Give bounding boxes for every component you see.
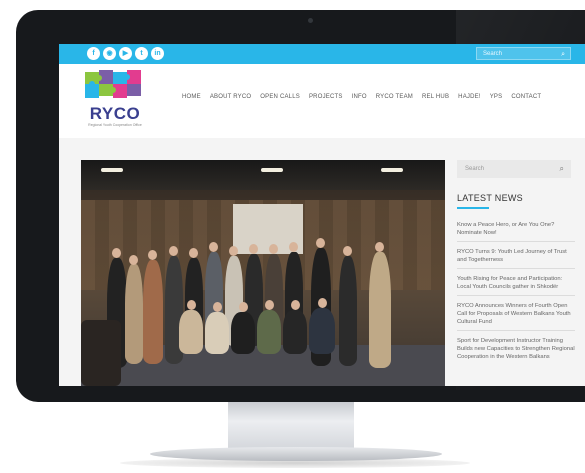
person bbox=[283, 310, 307, 354]
news-item[interactable]: Youth Rising for Peace and Participation… bbox=[457, 268, 575, 295]
webcam bbox=[308, 18, 313, 23]
person-head bbox=[189, 248, 198, 258]
social-links: f ◉ ▶ t in bbox=[87, 47, 164, 60]
person bbox=[309, 308, 335, 354]
photo-ceiling bbox=[81, 160, 445, 190]
nav-hajde[interactable]: HAJDE! bbox=[458, 94, 481, 100]
ceiling-light bbox=[101, 168, 123, 172]
person bbox=[339, 256, 357, 366]
person bbox=[257, 310, 281, 354]
news-item[interactable]: Know a Peace Hero, or Are You One? Nomin… bbox=[457, 215, 575, 241]
monitor-stand-base bbox=[150, 447, 442, 461]
top-search-input[interactable]: Search ⌕ bbox=[476, 47, 571, 60]
ceiling-light bbox=[381, 168, 403, 172]
site-header: RYCO Regional Youth Cooperation Office H… bbox=[59, 64, 585, 138]
person-head bbox=[187, 300, 196, 310]
nav-home[interactable]: HOME bbox=[182, 94, 201, 100]
top-search-placeholder: Search bbox=[483, 51, 503, 57]
news-item[interactable]: Sport for Development Instructor Trainin… bbox=[457, 330, 575, 365]
person-head bbox=[148, 250, 157, 260]
top-bar: f ◉ ▶ t in Search ⌕ bbox=[59, 44, 585, 64]
person-head bbox=[249, 244, 258, 254]
chair bbox=[81, 320, 121, 386]
puzzle-logo-graphic bbox=[85, 70, 141, 98]
monitor-stand-neck bbox=[228, 402, 354, 450]
nav-open-calls[interactable]: OPEN CALLS bbox=[260, 94, 300, 100]
nav-projects[interactable]: PROJECTS bbox=[309, 94, 343, 100]
nav-yps[interactable]: YPS bbox=[490, 94, 503, 100]
person-head bbox=[318, 298, 327, 308]
search-icon[interactable]: ⌕ bbox=[561, 48, 565, 61]
youtube-icon[interactable]: ▶ bbox=[119, 47, 132, 60]
news-item[interactable]: RYCO Turns 9: Youth Led Journey of Trust… bbox=[457, 241, 575, 268]
person-head bbox=[289, 242, 298, 252]
featured-group-photo[interactable] bbox=[81, 160, 445, 386]
website-screen: f ◉ ▶ t in Search ⌕ RYCO Regional Youth … bbox=[59, 44, 585, 386]
person-head bbox=[229, 246, 238, 256]
person bbox=[231, 312, 255, 354]
main-nav: HOME ABOUT RYCO OPEN CALLS PROJECTS INFO… bbox=[182, 94, 541, 100]
person-head bbox=[239, 302, 248, 312]
nav-contact[interactable]: CONTACT bbox=[511, 94, 541, 100]
person bbox=[143, 260, 163, 364]
monitor-frame: f ◉ ▶ t in Search ⌕ RYCO Regional Youth … bbox=[16, 10, 585, 402]
person-head bbox=[265, 300, 274, 310]
instagram-icon[interactable]: ◉ bbox=[103, 47, 116, 60]
sidebar: Search ⌕ LATEST NEWS Know a Peace Hero, … bbox=[457, 160, 575, 365]
person-head bbox=[291, 300, 300, 310]
person-head bbox=[213, 302, 222, 312]
nav-info[interactable]: INFO bbox=[352, 94, 367, 100]
person bbox=[369, 252, 391, 368]
latest-news-title: LATEST NEWS bbox=[457, 193, 523, 203]
logo-text: RYCO bbox=[89, 104, 141, 123]
person-head bbox=[169, 246, 178, 256]
twitter-icon[interactable]: t bbox=[135, 47, 148, 60]
title-underline bbox=[457, 207, 489, 209]
person-head bbox=[316, 238, 325, 248]
ceiling-light bbox=[261, 168, 283, 172]
person-head bbox=[112, 248, 121, 258]
person-head bbox=[375, 242, 384, 252]
ryco-logo[interactable]: RYCO Regional Youth Cooperation Office bbox=[81, 68, 147, 130]
person-head bbox=[129, 255, 138, 265]
news-list: Know a Peace Hero, or Are You One? Nomin… bbox=[457, 215, 575, 365]
person-head bbox=[343, 246, 352, 256]
search-icon[interactable]: ⌕ bbox=[560, 160, 564, 178]
nav-rel-hub[interactable]: REL HUB bbox=[422, 94, 449, 100]
linkedin-icon[interactable]: in bbox=[151, 47, 164, 60]
sidebar-search-placeholder: Search bbox=[465, 166, 485, 172]
news-item[interactable]: RYCO Announces Winners of Fourth Open Ca… bbox=[457, 295, 575, 330]
person-head bbox=[269, 244, 278, 254]
sidebar-search-input[interactable]: Search ⌕ bbox=[457, 160, 571, 178]
nav-ryco-team[interactable]: RYCO TEAM bbox=[376, 94, 413, 100]
facebook-icon[interactable]: f bbox=[87, 47, 100, 60]
logo-subtitle: Regional Youth Cooperation Office bbox=[88, 123, 142, 127]
main-content: Search ⌕ LATEST NEWS Know a Peace Hero, … bbox=[59, 138, 585, 386]
person bbox=[205, 312, 229, 354]
person bbox=[125, 264, 143, 364]
person bbox=[179, 310, 203, 354]
nav-about-ryco[interactable]: ABOUT RYCO bbox=[210, 94, 251, 100]
person-head bbox=[209, 242, 218, 252]
